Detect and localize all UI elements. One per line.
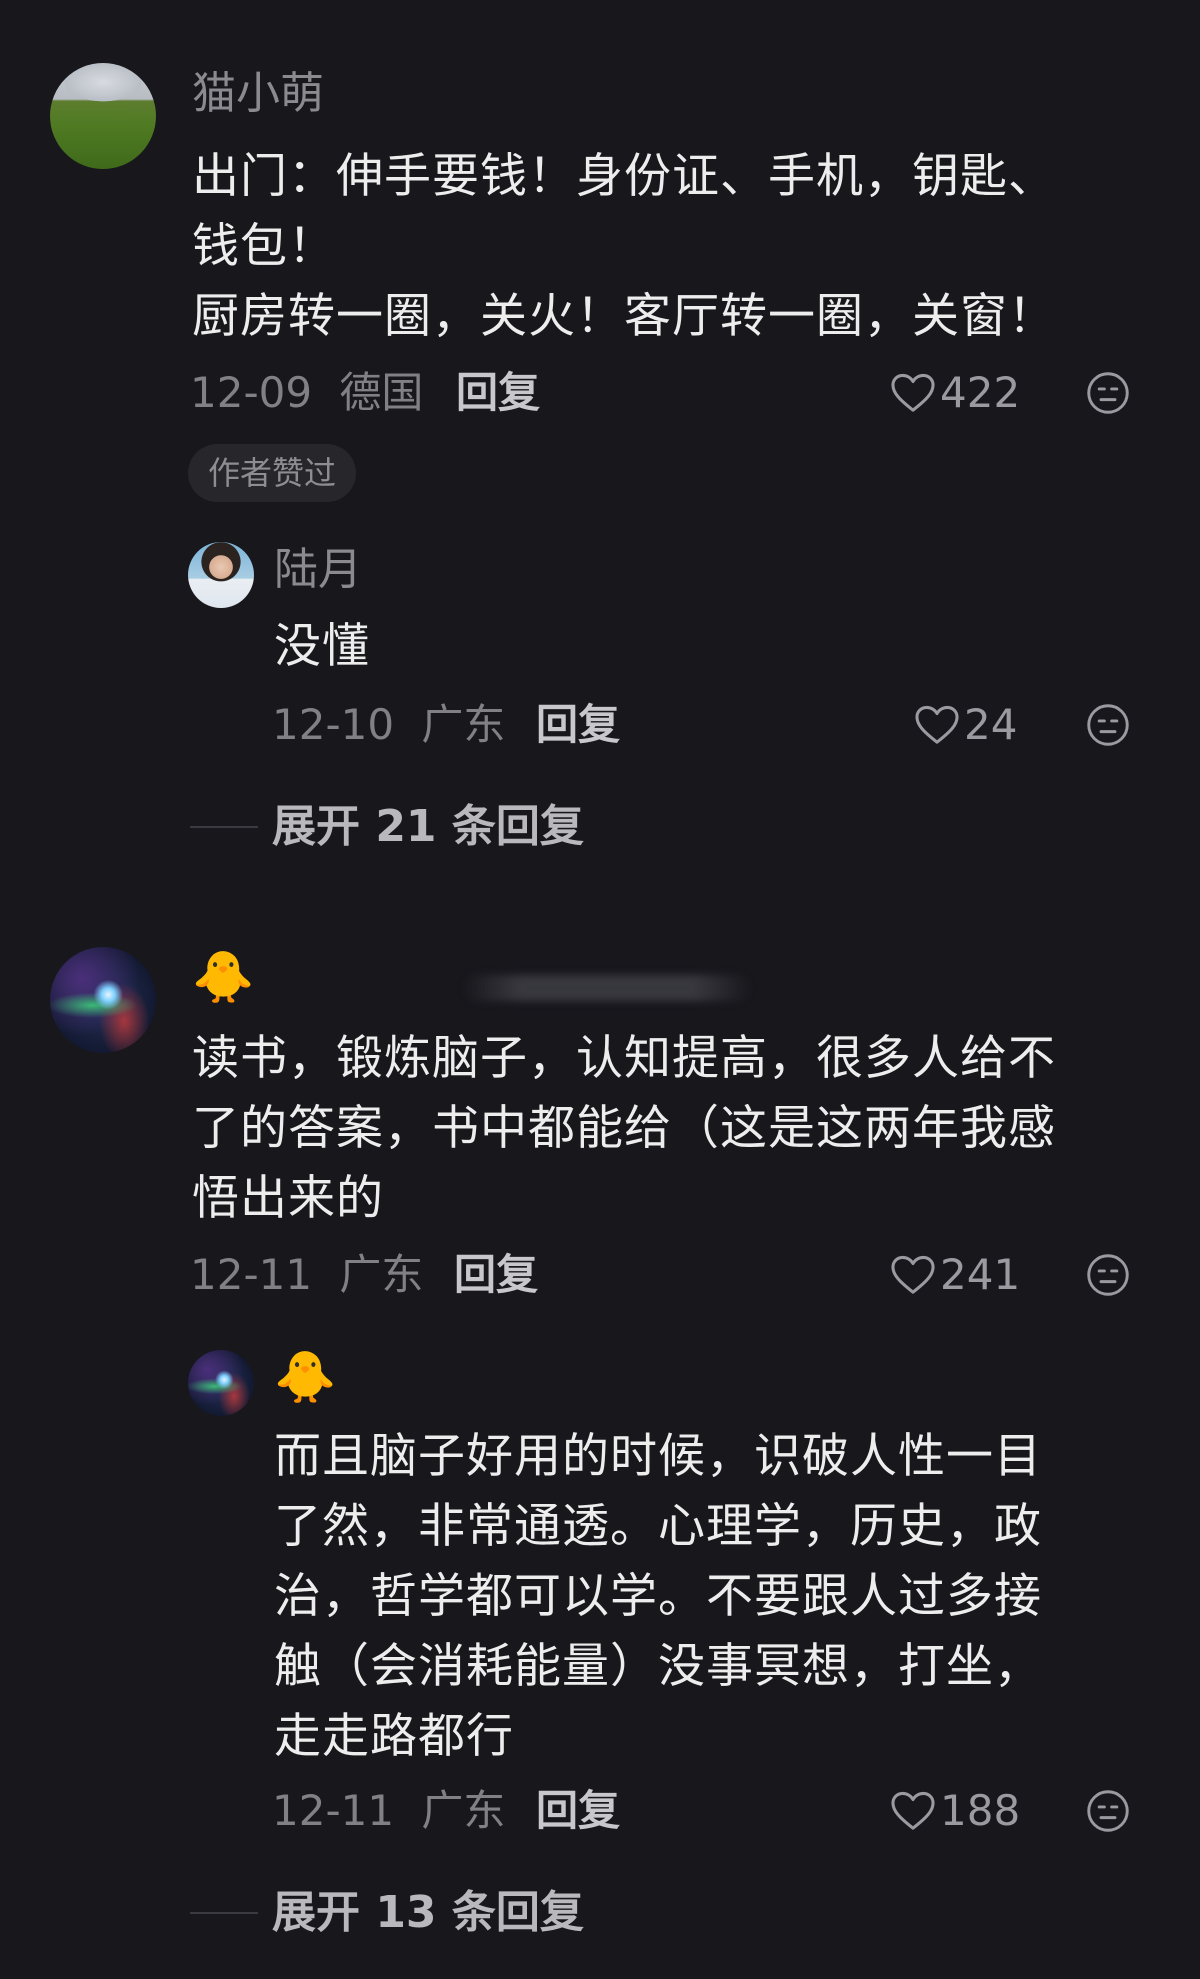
- neutral-face-icon[interactable]: [1086, 703, 1130, 747]
- reply-meta: 12-11 广东: [272, 1790, 505, 1832]
- comment-text-line: 读书，锻炼脑子，认知提高，很多人给不: [192, 1031, 1056, 1086]
- expand-replies-button[interactable]: 展开 13 条回复: [190, 1891, 584, 1935]
- like-button[interactable]: 422: [890, 370, 1020, 416]
- reply-content: 而且脑子好用的时候，识破人性一目 了然，非常通透。心理学，历史，政 治，哲学都可…: [274, 1422, 1042, 1772]
- divider: [190, 826, 258, 828]
- author-liked-badge: 作者赞过: [188, 444, 357, 502]
- comment-text-line: 钱包！: [192, 219, 336, 274]
- comment-meta: 12-09 德国: [190, 372, 423, 414]
- expand-replies-button[interactable]: 展开 21 条回复: [190, 805, 584, 849]
- reply-button[interactable]: 回复: [454, 1254, 538, 1296]
- reply-username[interactable]: 陆月: [274, 548, 362, 592]
- reply-text-line: 没懂: [274, 619, 370, 674]
- heart-outline-icon: [891, 373, 935, 412]
- heart-outline-icon: [915, 705, 959, 744]
- neutral-face-icon[interactable]: [1086, 371, 1130, 415]
- reply-location: 广东: [421, 1786, 506, 1835]
- heart-outline-icon: [891, 1255, 935, 1294]
- comment-username[interactable]: 猫小萌: [192, 72, 324, 116]
- reply-button[interactable]: 回复: [536, 704, 620, 746]
- comment-meta: 12-11 广东: [190, 1254, 423, 1296]
- reply-text-line: 了然，非常通透。心理学，历史，政: [274, 1499, 1042, 1554]
- comment-content: 出门：伸手要钱！身份证、手机，钥匙、 钱包！ 厨房转一圈，关火！客厅转一圈，关窗…: [192, 142, 1056, 352]
- reply-date: 12-10: [272, 700, 395, 749]
- like-button[interactable]: 188: [890, 1788, 1020, 1834]
- divider: [190, 1912, 258, 1914]
- comment-text-line: 厨房转一圈，关火！客厅转一圈，关窗！: [192, 289, 1056, 344]
- reply-text-line: 而且脑子好用的时候，识破人性一目: [274, 1429, 1042, 1484]
- avatar[interactable]: [188, 542, 254, 608]
- reply-button[interactable]: 回复: [456, 372, 540, 414]
- expand-replies-label: 展开 13 条回复: [272, 1887, 584, 1938]
- comment-username[interactable]: 🐥: [192, 952, 254, 1002]
- like-button[interactable]: 241: [890, 1252, 1020, 1298]
- heart-outline-icon: [891, 1791, 935, 1830]
- comment-location: 德国: [339, 368, 424, 417]
- comment-date: 12-11: [190, 1250, 313, 1299]
- expand-replies-label: 展开 21 条回复: [272, 801, 584, 852]
- like-count: 24: [964, 700, 1018, 749]
- reply-button[interactable]: 回复: [536, 1790, 620, 1832]
- reply-location: 广东: [421, 700, 506, 749]
- like-button[interactable]: 24: [914, 702, 1017, 748]
- avatar[interactable]: [50, 63, 156, 169]
- like-count: 422: [940, 368, 1021, 417]
- neutral-face-icon[interactable]: [1086, 1253, 1130, 1297]
- reply-text-line: 治，哲学都可以学。不要跟人过多接: [274, 1569, 1042, 1624]
- reply-date: 12-11: [272, 1786, 395, 1835]
- blurred-text: [462, 975, 752, 1001]
- reply-username[interactable]: 🐥: [274, 1352, 336, 1402]
- reply-content: 没懂: [274, 612, 370, 682]
- neutral-face-icon[interactable]: [1086, 1789, 1130, 1833]
- comment-location: 广东: [339, 1250, 424, 1299]
- like-count: 241: [940, 1250, 1021, 1299]
- reply-text-line: 走走路都行: [274, 1709, 514, 1764]
- comment-text-line: 悟出来的: [192, 1171, 384, 1226]
- like-count: 188: [940, 1786, 1021, 1835]
- avatar[interactable]: [50, 947, 156, 1053]
- comment-content: 读书，锻炼脑子，认知提高，很多人给不 了的答案，书中都能给（这是这两年我感 悟出…: [192, 1024, 1056, 1234]
- comment-text-line: 出门：伸手要钱！身份证、手机，钥匙、: [192, 149, 1056, 204]
- comment-text-line: 了的答案，书中都能给（这是这两年我感: [192, 1101, 1056, 1156]
- comment-date: 12-09: [190, 368, 313, 417]
- reply-meta: 12-10 广东: [272, 704, 505, 746]
- reply-text-line: 触（会消耗能量）没事冥想，打坐，: [274, 1639, 1042, 1694]
- avatar[interactable]: [188, 1350, 254, 1416]
